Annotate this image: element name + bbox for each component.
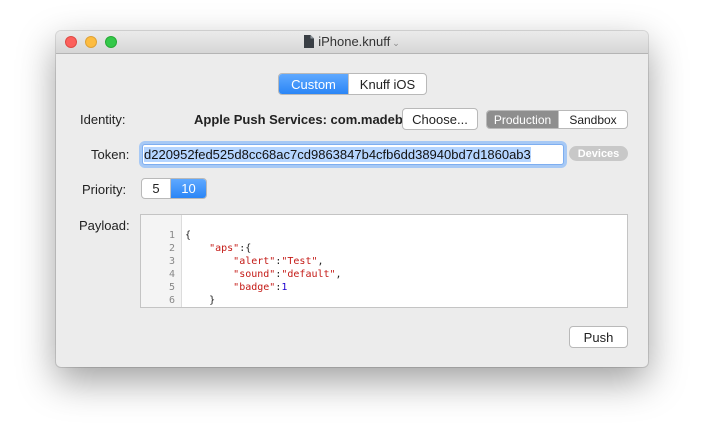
code-line: 7}	[141, 294, 177, 307]
app-window: iPhone.knuff ⌄ Custom Knuff iOS Identity:…	[56, 31, 648, 367]
code-line: 1{	[141, 216, 191, 241]
choose-button[interactable]: Choose...	[402, 108, 478, 130]
payload-label: Payload:	[79, 218, 130, 233]
devices-button[interactable]: Devices	[569, 146, 628, 161]
chevron-down-icon[interactable]: ⌄	[392, 38, 400, 48]
window-title-text: iPhone.knuff	[318, 34, 391, 49]
production-option[interactable]: Production	[487, 111, 558, 128]
identity-label: Identity:	[80, 112, 126, 127]
code-line: 3 "alert":"Test",	[141, 242, 324, 267]
title-bar: iPhone.knuff ⌄	[56, 31, 648, 54]
code-line: 6 }	[141, 281, 215, 306]
token-label: Token:	[91, 147, 130, 162]
push-button[interactable]: Push	[569, 326, 628, 348]
document-icon	[304, 35, 315, 48]
sandbox-option[interactable]: Sandbox	[558, 111, 627, 128]
priority-selector: 5 10	[141, 178, 207, 199]
mode-tabs: Custom Knuff iOS	[278, 73, 427, 95]
tab-knuff-ios[interactable]: Knuff iOS	[348, 74, 426, 94]
priority-option-10[interactable]: 10	[170, 179, 206, 198]
code-line: 4 "sound":"default",	[141, 255, 342, 280]
environment-toggle: Production Sandbox	[486, 110, 628, 129]
code-line: 2 "aps":{	[141, 229, 251, 254]
window-title[interactable]: iPhone.knuff ⌄	[56, 34, 648, 49]
priority-label: Priority:	[82, 182, 127, 197]
token-value: d220952fed525d8cc68ac7cd9863847b4cfb6dd3…	[144, 147, 531, 162]
code-line: 5 "badge":1	[141, 268, 287, 293]
priority-option-5[interactable]: 5	[142, 179, 170, 198]
line-number: 7	[141, 307, 175, 308]
payload-editor[interactable]: 1{ 2 "aps":{ 3 "alert":"Test", 4 "sound"…	[140, 214, 628, 308]
tab-custom[interactable]: Custom	[279, 74, 348, 94]
token-input[interactable]: d220952fed525d8cc68ac7cd9863847b4cfb6dd3…	[142, 144, 564, 165]
